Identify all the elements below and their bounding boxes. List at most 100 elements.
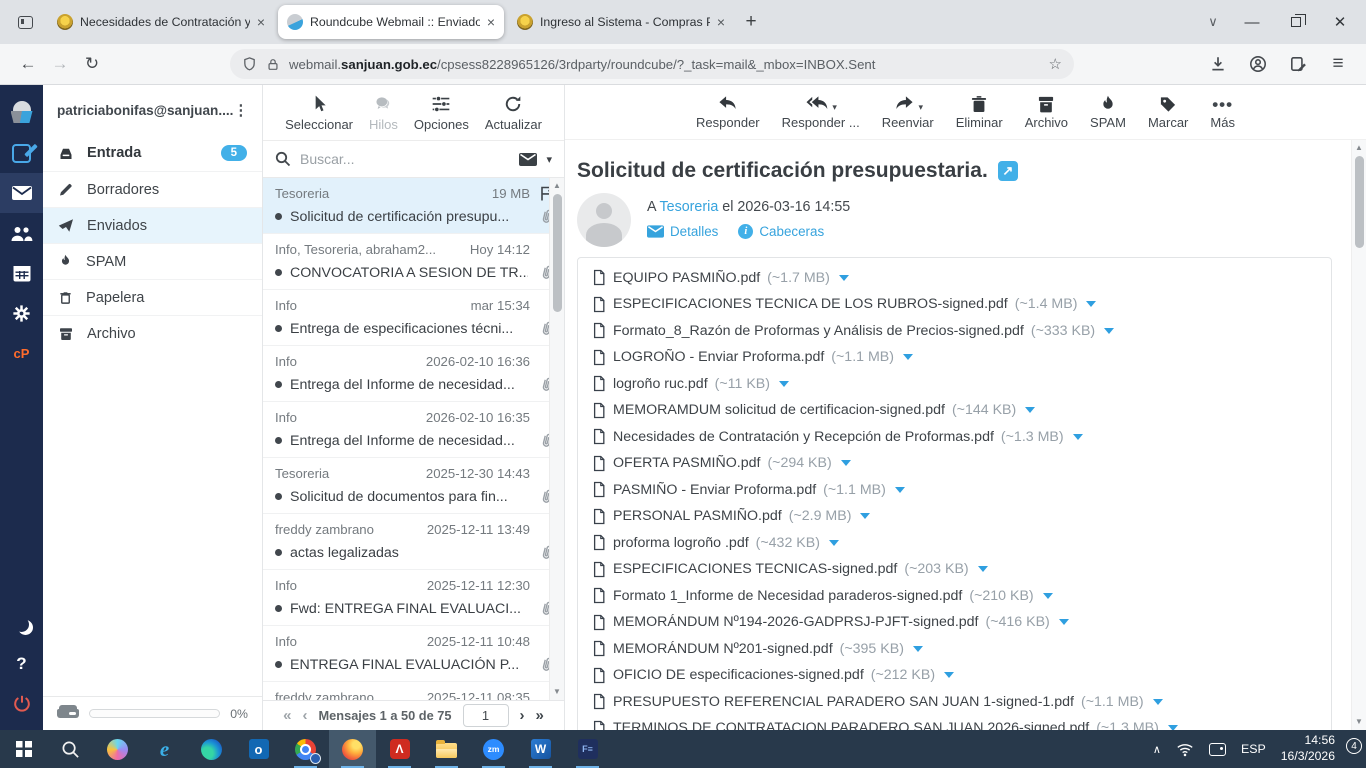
message-list-item[interactable]: Info 2026-02-10 16:35 Entrega del Inform…: [263, 402, 564, 458]
folder-entrada[interactable]: Entrada 5: [43, 135, 262, 171]
forward-caret-icon[interactable]: ▾: [918, 102, 923, 113]
attachment-name[interactable]: TERMINOS DE CONTRATACION PARADERO SAN JU…: [613, 720, 1089, 730]
next-page-icon[interactable]: ›: [520, 707, 525, 724]
folder-spam[interactable]: SPAM: [43, 243, 262, 279]
scroll-up-icon[interactable]: ▲: [553, 180, 561, 192]
message-list-item[interactable]: Info, Tesoreria, abraham2... Hoy 14:12 C…: [263, 234, 564, 290]
url-text[interactable]: webmail.sanjuan.gob.ec/cpsess8228965126/…: [289, 57, 1040, 72]
select-button[interactable]: Seleccionar: [281, 94, 357, 132]
prev-page-icon[interactable]: ‹: [302, 707, 307, 724]
window-close-button[interactable]: ✕: [1318, 0, 1362, 44]
cpanel-button[interactable]: cP: [0, 333, 43, 373]
attachment-name[interactable]: MEMORAMDUM solicitud de certificacion-si…: [613, 402, 945, 418]
list-scrollbar[interactable]: ▲ ▼: [549, 178, 564, 700]
tab-compras[interactable]: Ingreso al Sistema - Compras P ×: [508, 5, 734, 39]
attachment-name[interactable]: logroño ruc.pdf: [613, 376, 708, 392]
bookmark-star-icon[interactable]: ☆: [1049, 55, 1062, 73]
edge-button[interactable]: [188, 730, 235, 768]
attachment-menu-caret-icon[interactable]: [1059, 619, 1069, 625]
window-restore-button[interactable]: [1274, 0, 1318, 44]
tab-roundcube[interactable]: Roundcube Webmail :: Enviados ×: [278, 5, 504, 39]
refresh-button[interactable]: Actualizar: [481, 94, 546, 132]
search-scope-mail-icon[interactable]: [519, 153, 537, 166]
attachment-menu-caret-icon[interactable]: [829, 540, 839, 546]
fs-app-button[interactable]: F≡: [564, 730, 611, 768]
attachment-item[interactable]: MEMORÁNDUM Nº194-2026-GADPRSJ-PJFT-signe…: [592, 614, 1069, 631]
first-page-icon[interactable]: «: [283, 707, 291, 724]
mark-button[interactable]: Marcar: [1144, 94, 1192, 130]
shield-icon[interactable]: [242, 56, 257, 72]
attachment-menu-caret-icon[interactable]: [903, 354, 913, 360]
attachment-name[interactable]: PRESUPUESTO REFERENCIAL PARADERO SAN JUA…: [613, 694, 1074, 710]
menu-icon[interactable]: ≡: [1322, 53, 1354, 75]
firefox-view-button[interactable]: [10, 7, 40, 37]
logout-button[interactable]: [0, 684, 43, 724]
attachment-name[interactable]: PERSONAL PASMIÑO.pdf: [613, 508, 782, 524]
message-list-item[interactable]: freddy zambrano 2025-12-11 08:35: [263, 682, 564, 700]
search-input[interactable]: [300, 151, 510, 167]
attachment-name[interactable]: MEMORÁNDUM Nº194-2026-GADPRSJ-PJFT-signe…: [613, 614, 979, 630]
attachment-item[interactable]: ESPECIFICACIONES TECNICA DE LOS RUBROS-s…: [592, 296, 1096, 313]
folder-borradores[interactable]: Borradores: [43, 171, 262, 207]
attachment-menu-caret-icon[interactable]: [841, 460, 851, 466]
attachment-menu-caret-icon[interactable]: [1043, 593, 1053, 599]
attachment-item[interactable]: Formato_8_Razón de Proformas y Análisis …: [592, 322, 1114, 339]
downloads-icon[interactable]: [1202, 55, 1234, 73]
word-button[interactable]: W: [517, 730, 564, 768]
attachment-menu-caret-icon[interactable]: [839, 275, 849, 281]
attachment-item[interactable]: proforma logroño .pdf (~432 KB): [592, 534, 839, 551]
recipient-link[interactable]: Tesoreria: [659, 199, 718, 215]
file-explorer-button[interactable]: [423, 730, 470, 768]
scrollbar-thumb[interactable]: [1355, 156, 1364, 248]
message-list-item[interactable]: Tesoreria 2025-12-30 14:43 Solicitud de …: [263, 458, 564, 514]
last-page-icon[interactable]: »: [536, 707, 544, 724]
tab-close-icon[interactable]: ×: [257, 14, 265, 30]
attachment-menu-caret-icon[interactable]: [944, 672, 954, 678]
tab-necesidades[interactable]: Necesidades de Contratación y ×: [48, 5, 274, 39]
wifi-icon[interactable]: [1176, 740, 1194, 758]
scrollbar-thumb[interactable]: [553, 194, 562, 312]
folder-archivo[interactable]: Archivo: [43, 315, 262, 351]
tray-expand-chevron-icon[interactable]: ∧: [1153, 743, 1161, 756]
details-link[interactable]: Detalles: [647, 224, 718, 239]
attachment-item[interactable]: Formato 1_Informe de Necesidad paraderos…: [592, 587, 1053, 604]
attachment-menu-caret-icon[interactable]: [913, 646, 923, 652]
scroll-down-icon[interactable]: ▼: [553, 686, 561, 698]
attachment-name[interactable]: Formato_8_Razón de Proformas y Análisis …: [613, 323, 1024, 339]
new-tab-button[interactable]: +: [736, 7, 766, 37]
account-icon[interactable]: [1242, 55, 1274, 73]
attachment-name[interactable]: OFICIO DE especificaciones-signed.pdf: [613, 667, 864, 683]
url-bar[interactable]: webmail.sanjuan.gob.ec/cpsess8228965126/…: [230, 49, 1074, 79]
message-list-item[interactable]: Info 2026-02-10 16:36 Entrega del Inform…: [263, 346, 564, 402]
firefox-button[interactable]: [329, 730, 376, 768]
acrobat-button[interactable]: Λ: [376, 730, 423, 768]
attachment-item[interactable]: PERSONAL PASMIÑO.pdf (~2.9 MB): [592, 508, 870, 525]
threads-button[interactable]: Hilos: [365, 94, 402, 132]
help-button[interactable]: ?: [0, 644, 43, 684]
chrome-button[interactable]: [282, 730, 329, 768]
dark-mode-button[interactable]: [0, 604, 43, 644]
reload-icon[interactable]: ↻: [76, 54, 108, 74]
attachment-item[interactable]: OFICIO DE especificaciones-signed.pdf (~…: [592, 667, 954, 684]
tray-device-icon[interactable]: [1209, 743, 1226, 756]
forward-button[interactable]: ▾ Reenviar: [878, 94, 938, 130]
taskbar-clock[interactable]: 14:56 16/3/2026: [1281, 733, 1335, 765]
internet-explorer-button[interactable]: e: [141, 730, 188, 768]
roundcube-logo[interactable]: [0, 93, 43, 133]
attachment-menu-caret-icon[interactable]: [1073, 434, 1083, 440]
attachment-name[interactable]: PASMIÑO - Enviar Proforma.pdf: [613, 482, 816, 498]
delete-button[interactable]: Eliminar: [952, 94, 1007, 130]
attachment-name[interactable]: proforma logroño .pdf: [613, 535, 749, 551]
taskbar-search-button[interactable]: [47, 730, 94, 768]
attachment-menu-caret-icon[interactable]: [1153, 699, 1163, 705]
attachment-name[interactable]: ESPECIFICACIONES TECNICAS-signed.pdf: [613, 561, 897, 577]
content-scrollbar[interactable]: ▲ ▼: [1351, 140, 1366, 730]
scroll-down-icon[interactable]: ▼: [1355, 716, 1363, 728]
attachment-item[interactable]: LOGROÑO - Enviar Proforma.pdf (~1.1 MB): [592, 349, 913, 366]
message-list-item[interactable]: freddy zambrano 2025-12-11 13:49 actas l…: [263, 514, 564, 570]
contacts-nav-button[interactable]: [0, 213, 43, 253]
attachment-item[interactable]: ESPECIFICACIONES TECNICAS-signed.pdf (~2…: [592, 561, 988, 578]
message-list-item[interactable]: Info 2025-12-11 12:30 Fwd: ENTREGA FINAL…: [263, 570, 564, 626]
account-menu-icon[interactable]: ⋮: [233, 101, 248, 119]
back-icon[interactable]: ←: [12, 54, 44, 74]
